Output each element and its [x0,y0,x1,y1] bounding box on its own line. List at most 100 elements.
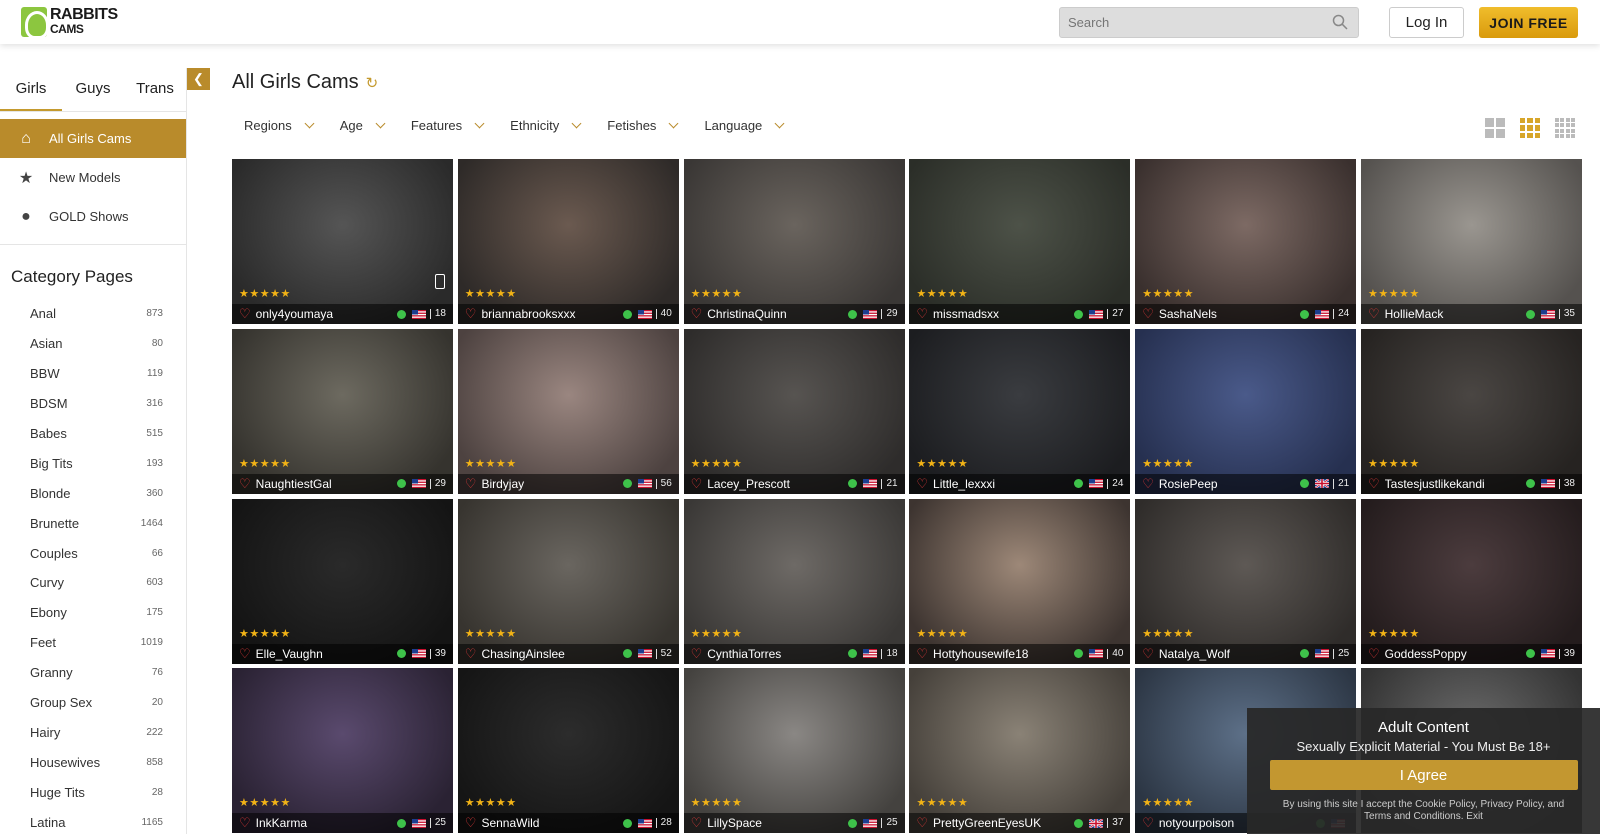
category-item[interactable]: Hairy 222 [0,717,186,747]
category-count: 80 [151,338,163,350]
favorite-heart-icon[interactable]: ♡ [916,815,928,831]
favorite-heart-icon[interactable]: ♡ [691,815,703,831]
model-card[interactable]: ★★★★★ ♡ SashaNels 24 [1135,159,1357,324]
filter-ethnicity[interactable]: Ethnicity [510,118,582,133]
model-age: 28 [655,818,672,829]
refresh-icon[interactable]: ↻ [366,74,379,92]
model-card[interactable]: ★★★★★ ♡ HollieMack 35 [1360,159,1582,324]
us-flag-icon [1540,479,1555,489]
model-card[interactable]: ★★★★★ ♡ Little_lexxxi 24 [909,328,1131,494]
model-card[interactable]: ★★★★★ ♡ only4youmaya 18 [232,159,453,324]
nav-new-models[interactable]: ★ New Models [0,158,186,197]
filter-regions[interactable]: Regions [244,118,315,133]
model-card[interactable]: ★★★★★ ♡ ChasingAinslee 52 [457,498,679,664]
category-item[interactable]: Feet 1019 [0,628,186,658]
model-card[interactable]: ★★★★★ ♡ RosiePeep 21 [1135,328,1357,494]
filter-features[interactable]: Features [411,118,485,133]
model-card[interactable]: ★★★★★ ♡ Hottyhousewife18 40 [909,498,1131,664]
medium-grid-icon[interactable] [1520,118,1540,138]
join-free-button[interactable]: JOIN FREE [1479,7,1578,38]
category-item[interactable]: Brunette 1464 [0,508,186,538]
category-item[interactable]: Curvy 603 [0,568,186,598]
model-card[interactable]: ★★★★★ ♡ SennaWild 28 [457,668,679,834]
model-card[interactable]: ★★★★★ ♡ CynthiaTorres 18 [683,498,905,664]
category-count: 873 [146,308,163,320]
model-card[interactable]: ★★★★★ ♡ Elle_Vaughn 39 [232,498,453,664]
favorite-heart-icon[interactable]: ♡ [1142,306,1154,322]
nav-all-girls-cams[interactable]: ⌂ All Girls Cams [0,119,186,158]
category-item[interactable]: BDSM 316 [0,389,186,419]
model-card[interactable]: ★★★★★ ♡ Lacey_Prescott 21 [683,328,905,494]
model-username: Natalya_Wolf [1158,646,1230,661]
category-item[interactable]: Huge Tits 28 [0,777,186,807]
favorite-heart-icon[interactable]: ♡ [691,306,703,322]
model-card[interactable]: ★★★★★ ♡ GoddessPoppy 39 [1360,498,1582,664]
model-card[interactable]: ★★★★★ ♡ ChristinaQuinn 29 [683,159,905,324]
favorite-heart-icon[interactable]: ♡ [1142,815,1154,831]
tab-trans[interactable]: Trans [124,68,186,111]
category-item[interactable]: Latina 1165 [0,807,186,834]
search-input[interactable] [1060,8,1320,37]
rabbits-cams-logo[interactable]: RABBITS CAMS [21,6,118,39]
model-card[interactable]: ★★★★★ ♡ Birdyjay 56 [457,328,679,494]
model-card[interactable]: ★★★★★ ♡ NaughtiestGal 29 [232,328,453,494]
category-item[interactable]: Group Sex 20 [0,688,186,718]
collapse-sidebar-button[interactable]: ❮ [187,68,210,90]
filter-age[interactable]: Age [340,118,386,133]
favorite-heart-icon[interactable]: ♡ [1368,646,1380,662]
favorite-heart-icon[interactable]: ♡ [1368,476,1380,492]
favorite-heart-icon[interactable]: ♡ [916,306,928,322]
favorite-heart-icon[interactable]: ♡ [1142,476,1154,492]
category-item[interactable]: Housewives 858 [0,747,186,777]
large-grid-icon[interactable] [1485,118,1505,138]
category-name: Asian [30,336,63,352]
logo-line1: RABBITS [50,6,118,23]
favorite-heart-icon[interactable]: ♡ [1142,646,1154,662]
category-item[interactable]: Asian 80 [0,329,186,359]
small-grid-icon[interactable] [1555,118,1575,138]
model-card[interactable]: ★★★★★ ♡ briannabrooksxxx 40 [457,159,679,324]
favorite-heart-icon[interactable]: ♡ [1368,306,1380,322]
model-card[interactable]: ★★★★★ ♡ InkKarma 25 [232,668,453,834]
favorite-heart-icon[interactable]: ♡ [465,476,477,492]
favorite-heart-icon[interactable]: ♡ [239,476,251,492]
category-item[interactable]: Blonde 360 [0,478,186,508]
filter-language[interactable]: Language [704,118,785,133]
favorite-heart-icon[interactable]: ♡ [916,646,928,662]
category-item[interactable]: BBW 119 [0,359,186,389]
favorite-heart-icon[interactable]: ♡ [239,815,251,831]
favorite-heart-icon[interactable]: ♡ [691,476,703,492]
favorite-heart-icon[interactable]: ♡ [239,646,251,662]
tab-guys[interactable]: Guys [62,68,124,111]
filter-fetishes[interactable]: Fetishes [607,118,679,133]
favorite-heart-icon[interactable]: ♡ [239,306,251,322]
favorite-heart-icon[interactable]: ♡ [465,306,477,322]
category-item[interactable]: Ebony 175 [0,598,186,628]
model-card[interactable]: ★★★★★ ♡ PrettyGreenEyesUK 37 [909,668,1131,834]
login-button[interactable]: Log In [1389,7,1464,38]
category-item[interactable]: Couples 66 [0,538,186,568]
search-icon[interactable] [1332,14,1348,30]
logo-line2: CAMS [50,22,84,36]
category-item[interactable]: Big Tits 193 [0,448,186,478]
favorite-heart-icon[interactable]: ♡ [916,476,928,492]
favorite-heart-icon[interactable]: ♡ [465,815,477,831]
model-card[interactable]: ★★★★★ ♡ Tastesjustlikekandi 38 [1360,328,1582,494]
category-item[interactable]: Anal 873 [0,299,186,329]
model-card[interactable]: ★★★★★ ♡ LillySpace 25 [683,668,905,834]
tab-girls[interactable]: Girls [0,68,62,111]
model-card[interactable]: ★★★★★ ♡ Natalya_Wolf 25 [1135,498,1357,664]
category-count: 175 [146,607,163,619]
favorite-heart-icon[interactable]: ♡ [691,646,703,662]
nav-gold-shows[interactable]: ● GOLD Shows [0,197,186,236]
model-age: 21 [881,478,898,489]
online-status-icon [848,479,858,489]
online-status-icon [1074,818,1084,828]
category-item[interactable]: Babes 515 [0,419,186,449]
us-flag-icon [411,649,426,659]
home-icon: ⌂ [21,129,31,147]
favorite-heart-icon[interactable]: ♡ [465,646,477,662]
i-agree-button[interactable]: I Agree [1269,760,1578,790]
category-item[interactable]: Granny 76 [0,658,186,688]
model-card[interactable]: ★★★★★ ♡ missmadsxx 27 [909,159,1131,324]
